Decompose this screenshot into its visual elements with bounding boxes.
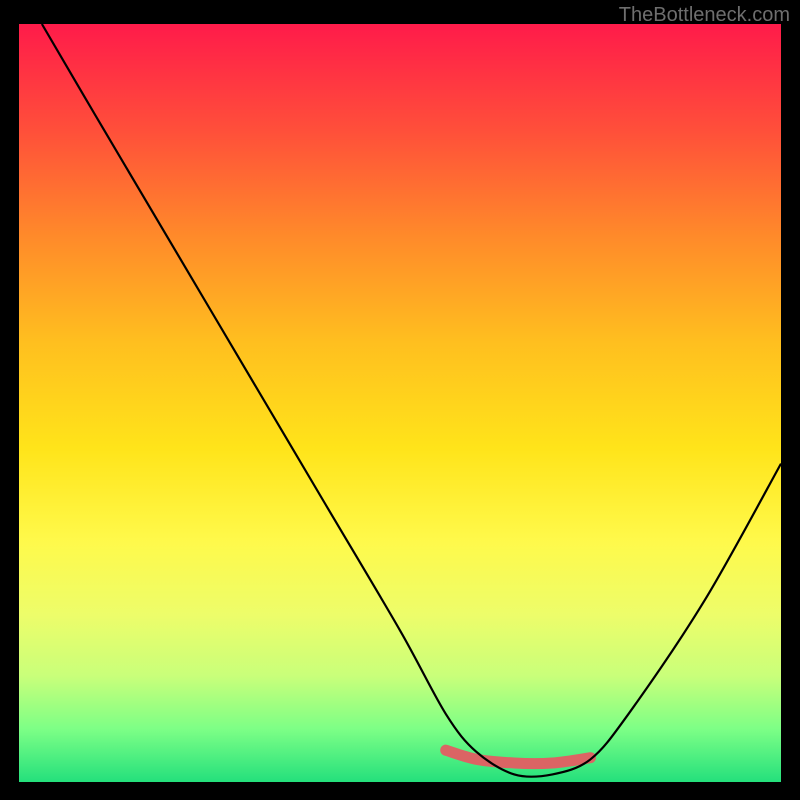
curve-svg <box>19 24 781 782</box>
optimal-segment <box>446 750 591 763</box>
watermark-text: TheBottleneck.com <box>619 4 790 27</box>
plot-area <box>19 24 781 782</box>
bottleneck-curve <box>42 24 781 777</box>
chart-stage: TheBottleneck.com <box>0 0 800 800</box>
